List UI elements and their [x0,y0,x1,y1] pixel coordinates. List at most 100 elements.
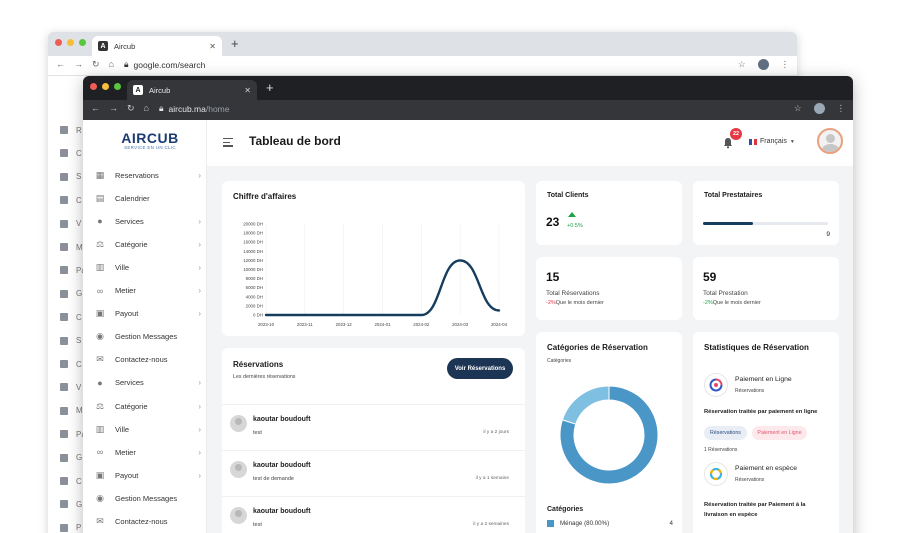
new-tab-icon[interactable]: + [231,36,239,52]
sidebar-glyph-icon [60,453,68,462]
reload-icon[interactable]: ↻ [92,59,100,70]
sidebar-item-catégorie[interactable]: ⚖ Catégorie › [95,236,201,252]
maximize-window-button[interactable] [79,39,86,46]
profile-avatar[interactable] [757,59,769,70]
avatar [230,507,247,524]
prestataires-progress-fill [703,222,753,225]
cash-payment-icon [704,462,728,486]
y-tick-label: 16000 DH [243,240,263,245]
sidebar-item-services[interactable]: ● Services › [95,375,201,391]
voir-reservations-button[interactable]: Voir Réservations [447,358,513,379]
pill-reservations[interactable]: Réservations [704,426,747,440]
mail-icon: ✉ [96,354,104,365]
stats-title: Statistiques de Réservation [704,343,809,352]
notification-bell-button[interactable]: 22 [722,128,742,149]
new-tab-icon[interactable]: + [266,80,274,96]
sidebar-item-contactez-nous[interactable]: ✉ Contactez-nous [95,352,201,368]
home-icon[interactable]: ⌂ [109,59,114,70]
back-arrow-icon[interactable]: ← [56,59,65,70]
close-tab-icon[interactable]: ✕ [209,42,216,51]
sidebar-item-payout[interactable]: ▣ Payout › [95,306,201,322]
donut-slice[interactable] [561,385,610,425]
chevron-right-icon: › [198,470,201,480]
screenshot-stage: A Aircub ✕ + ← → ↻ ⌂ 🔒︎ google.com/searc… [0,0,900,533]
y-tick-label: 0 DH [253,313,263,318]
sidebar-item-calendrier[interactable]: ▤ Calendrier [95,190,201,206]
minimize-window-button[interactable] [67,39,74,46]
language-selector[interactable]: Français ▼ [749,138,795,145]
caret-down-icon: ▼ [789,138,795,145]
sidebar-item-services[interactable]: ● Services › [95,213,201,229]
sidebar-item-payout[interactable]: ▣ Payout › [95,467,201,483]
minimize-window-button[interactable] [102,83,109,90]
x-tick-label: 2024-01 [374,322,391,327]
sidebar-item-label: Payout [115,309,139,319]
grid-icon: ▦ [95,169,105,180]
browser-tab[interactable]: A Aircub ✕ [127,80,257,100]
sidebar: AIRCUB SERVICE EN UN CLIC ▦ Reservations ›… [83,120,207,533]
sidebar-item-reservations[interactable]: ▦ Reservations › [95,167,201,183]
reload-icon[interactable]: ↻ [127,103,135,114]
sidebar-item-ville[interactable]: ▥ Ville › [95,259,201,275]
window-controls[interactable] [90,83,121,90]
reservation-list-item[interactable]: kaoutar boudouft test il y a 2 semaines [222,496,525,533]
background-sidebar-label: V [76,382,82,392]
pill-paiement-en-ligne[interactable]: Paiement en Ligne [752,426,807,440]
sidebar-item-ville[interactable]: ▥ Ville › [95,421,201,437]
more-menu-icon[interactable]: ⋮ [837,103,846,114]
bookmark-star-icon[interactable]: ☆ [794,103,802,114]
chevron-right-icon: › [198,309,201,319]
lock-icon: 🔒︎ [159,103,164,113]
background-sidebar-label: C [76,476,82,486]
close-window-button[interactable] [90,83,97,90]
reservation-list-item[interactable]: kaoutar boudouft test de demande il y a 1 … [222,450,525,494]
more-menu-icon[interactable]: ⋮ [781,59,790,70]
sidebar-glyph-icon [60,500,68,509]
hamburger-menu-icon[interactable] [223,138,233,149]
forward-arrow-icon[interactable]: → [74,59,83,70]
maximize-window-button[interactable] [114,83,121,90]
bookmark-star-icon[interactable]: ☆ [738,59,746,70]
sidebar-item-gestion-messages[interactable]: ◉ Gestion Messages [95,490,201,506]
sidebar-item-gestion-messages[interactable]: ◉ Gestion Messages [95,329,201,345]
legend-swatch [547,520,554,527]
legend-item-menage[interactable]: Ménage (80.00%) 4 [547,520,673,527]
window-controls[interactable] [55,39,86,46]
profile-avatar[interactable] [813,103,825,114]
url-field[interactable]: 🔒︎ google.com/search [124,59,205,70]
home-icon[interactable]: ⌂ [144,103,149,114]
sidebar-item-label: Calendrier [115,193,150,203]
sidebar-item-label: Services [115,378,144,388]
total-clients-trend: +0.5% [567,223,583,229]
sidebar-glyph-icon [60,266,68,275]
user-avatar[interactable] [817,128,843,154]
sidebar-glyph-icon [60,360,68,368]
total-clients-title: Total Clients [547,192,589,199]
forward-arrow-icon[interactable]: → [109,103,118,114]
total-clients-card: Total Clients 23 +0.5% [536,181,682,245]
trend-up-icon [568,212,576,217]
url-path: /home [205,103,230,114]
total-reservations-delta: -2%Que le mois dernier [546,300,604,306]
sidebar-item-metier[interactable]: ∞ Metier › [95,444,201,460]
tab-bar: A Aircub ✕ + [48,32,797,56]
close-tab-icon[interactable]: ✕ [244,86,251,95]
online-payment-desc: Réservation traitée par paiement en lign… [704,409,818,415]
categories-subtitle: Catégories [547,358,572,364]
sidebar-item-label: Metier [115,447,136,457]
sidebar-item-contactez-nous[interactable]: ✉ Contactez-nous [95,514,201,530]
online-count: 1 Réservations [704,447,738,453]
sidebar-item-metier[interactable]: ∞ Metier › [95,283,201,299]
aircub-dashboard: AIRCUB SERVICE EN UN CLIC ▦ Reservations ›… [83,120,853,533]
language-label: Français [760,138,787,145]
reservation-list-item[interactable]: kaoutar boudouft test il y a 2 jours [222,404,525,448]
aircub-logo[interactable]: AIRCUB SERVICE EN UN CLIC [115,130,185,150]
browser-tab[interactable]: A Aircub ✕ [92,36,222,56]
close-window-button[interactable] [55,39,62,46]
back-arrow-icon[interactable]: ← [91,103,100,114]
url-field[interactable]: 🔒︎ aircub.ma/home [159,103,229,114]
reservation-message: test de demande [253,476,294,482]
sidebar-glyph-icon [60,383,68,392]
sidebar-item-catégorie[interactable]: ⚖ Catégorie › [95,398,201,414]
chat-icon: ◉ [96,492,104,503]
